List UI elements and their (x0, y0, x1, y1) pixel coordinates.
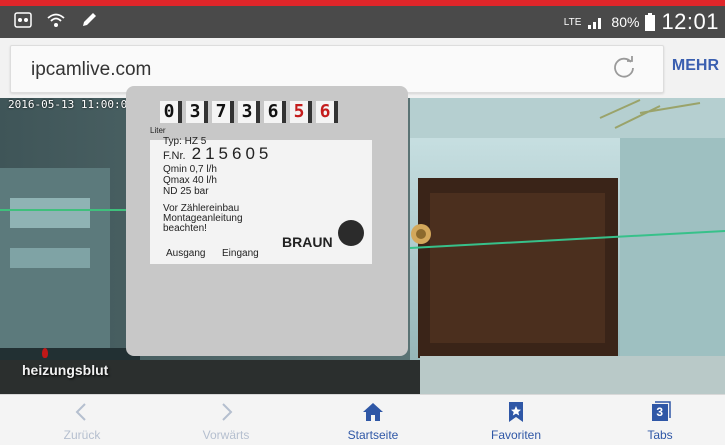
nav-home-label: Startseite (347, 428, 399, 442)
pen-icon (83, 13, 96, 26)
watermark: heizungsblut (22, 348, 109, 378)
label-qmax: Qmax 40 l/h (163, 175, 217, 186)
url-text[interactable]: ipcamlive.com (31, 59, 151, 81)
counter-digit: 7 (212, 101, 234, 123)
wifi-icon (47, 13, 65, 27)
nav-tabs-label: Tabs (647, 428, 673, 442)
counter-digit: 6 (264, 101, 286, 123)
meter-counter: 0373656 (160, 101, 338, 123)
gallery-icon (14, 12, 32, 28)
nav-home[interactable]: Startseite (313, 395, 433, 445)
brand-logo-icon (338, 220, 364, 246)
nav-favorites[interactable]: Favoriten (456, 395, 576, 445)
camera-timestamp: 2016-05-13 11:00:00 (8, 98, 134, 111)
watermark-text: heizungsblut (22, 362, 109, 378)
counter-digit: 5 (290, 101, 312, 123)
label-serial-prefix: F.Nr. (163, 150, 186, 162)
chevron-left-icon (75, 403, 86, 421)
label-note-3: beachten! (163, 223, 207, 234)
status-right: LTE 80% 12:01 (564, 9, 719, 35)
label-brand: BRAUN (282, 234, 333, 250)
label-serial-number: 215605 (191, 144, 273, 163)
nav-back[interactable]: Zurück (22, 395, 142, 445)
label-nd: ND 25 bar (163, 186, 209, 197)
status-bar: LTE 80% 12:01 (0, 0, 725, 38)
nav-forward-label: Vorwärts (202, 428, 250, 442)
clock: 12:01 (661, 9, 719, 34)
label-ausgang: Ausgang (166, 248, 206, 259)
label-serial: F.Nr. 215605 (163, 144, 272, 164)
bookmark-star-icon (509, 402, 523, 422)
battery-icon (645, 13, 656, 31)
counter-digit: 6 (316, 101, 338, 123)
label-liter: Liter (150, 126, 166, 135)
nav-tabs[interactable]: 3 Tabs (600, 395, 720, 445)
home-icon (363, 403, 383, 421)
drop-icon (42, 348, 48, 358)
counter-digit: 0 (160, 101, 182, 123)
network-type: LTE (563, 16, 582, 28)
more-menu-button[interactable]: MEHR (672, 57, 719, 75)
status-left-icons (14, 12, 98, 28)
counter-digit: 3 (238, 101, 260, 123)
bottom-nav: Zurück Vorwärts Startseite Favoriten 3 T… (0, 394, 725, 445)
battery-percent: 80% (611, 14, 640, 30)
label-eingang: Eingang (222, 248, 259, 259)
nav-favorites-label: Favoriten (490, 428, 542, 442)
chevron-right-icon (222, 403, 233, 421)
nav-forward[interactable]: Vorwärts (166, 395, 286, 445)
nav-back-label: Zurück (63, 428, 101, 442)
label-qmin: Qmin 0,7 l/h (163, 164, 217, 175)
reload-icon[interactable] (611, 55, 637, 81)
tabs-count: 3 (656, 405, 664, 419)
signal-icon (588, 18, 602, 29)
status-accent-line (0, 0, 725, 6)
counter-digit: 3 (186, 101, 208, 123)
